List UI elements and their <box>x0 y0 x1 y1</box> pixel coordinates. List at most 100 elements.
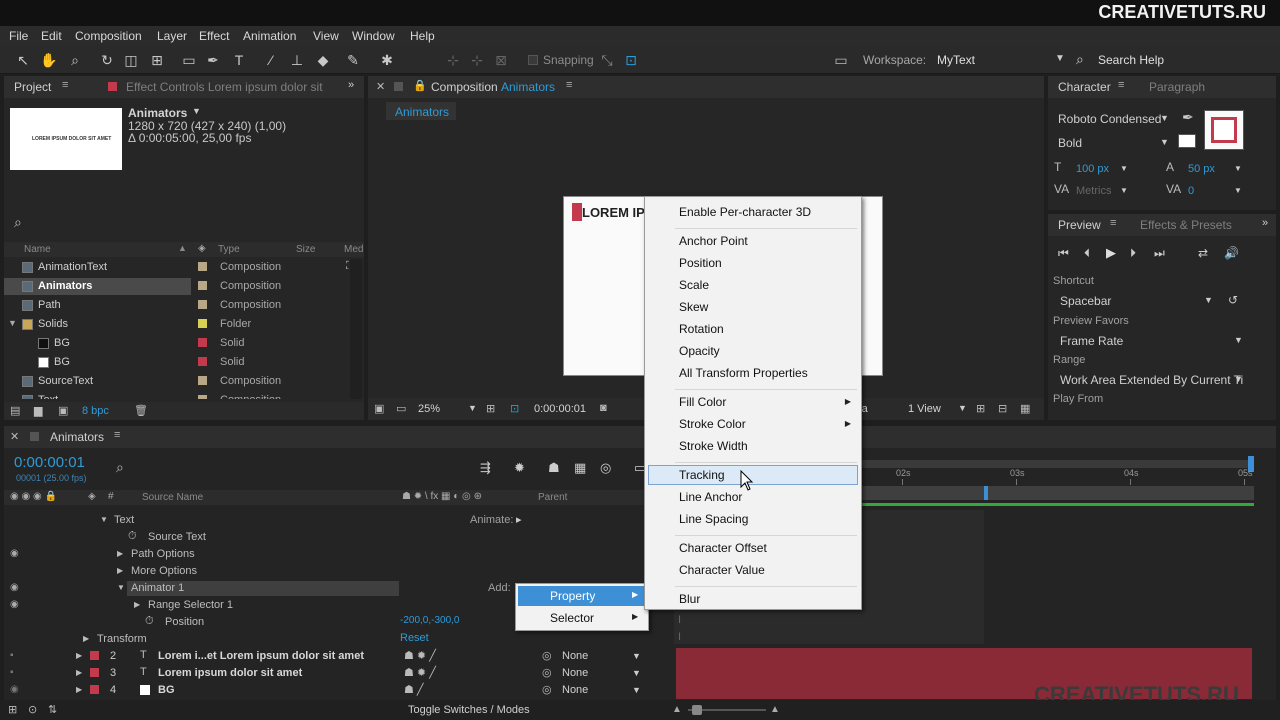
menu-item-character-offset[interactable]: Character Offset <box>679 541 767 555</box>
timeline-search-icon[interactable]: ⌕ <box>116 459 124 476</box>
label-color-swatch[interactable] <box>198 319 207 328</box>
axis-world-icon[interactable]: ⊹ <box>468 51 486 69</box>
property-row[interactable]: ◉ ▶ Path Options <box>4 546 644 563</box>
font-size-value[interactable]: 100 px <box>1076 163 1109 175</box>
zoom-level[interactable]: 25% <box>418 403 440 415</box>
snap-options-icon[interactable]: ⊡ <box>622 51 640 69</box>
menu-item-all-transform-properties[interactable]: All Transform Properties <box>679 366 808 380</box>
label-color-swatch[interactable] <box>90 668 99 677</box>
layer-row[interactable]: ◉ ▶ 4 BG ☗ ╱ ◎ None ▼ <box>4 682 644 699</box>
draft-3d-icon[interactable]: ✹ <box>514 460 525 476</box>
axis-view-icon[interactable]: ⊠ <box>492 51 510 69</box>
puppet-tool-icon[interactable]: ✱ <box>378 51 396 69</box>
cti-marker[interactable] <box>984 486 988 500</box>
comp-mini-flowchart-icon[interactable]: ⇶ <box>480 460 491 476</box>
parent-pickwhip-icon[interactable]: ◎ <box>542 649 552 662</box>
project-item[interactable]: AnimationText Composition ⛶ <box>4 259 350 276</box>
layer-name[interactable]: Lorem ipsum dolor sit amet <box>158 667 302 679</box>
font-style-select[interactable]: Bold <box>1058 136 1082 150</box>
loop-icon[interactable]: ⇄ <box>1198 246 1208 260</box>
expand-triangle-icon[interactable]: ▶ <box>76 651 82 660</box>
expand-triangle-icon[interactable]: ▼ <box>100 515 108 524</box>
folder-toggle-icon[interactable]: ▼ <box>8 318 17 328</box>
tab-paragraph[interactable]: Paragraph <box>1149 80 1205 94</box>
eye-icon[interactable]: ◉ <box>10 684 19 695</box>
menu-file[interactable]: File <box>9 29 28 43</box>
menu-item-character-value[interactable]: Character Value <box>679 563 765 577</box>
comp-timecode[interactable]: 0:00:00:01 <box>534 403 586 415</box>
tracking-value[interactable]: 0 <box>1188 185 1194 197</box>
menu-item-skew[interactable]: Skew <box>679 300 708 314</box>
interpret-footage-icon[interactable]: ▤ <box>10 404 20 417</box>
layer-bar[interactable] <box>676 665 1252 682</box>
next-frame-icon[interactable]: ⏵ <box>1130 246 1136 261</box>
expand-triangle-icon[interactable]: ▶ <box>83 634 89 643</box>
layer-switches-icon[interactable]: ☗ ╱ <box>404 683 424 696</box>
keyframe-icon[interactable]: I <box>678 631 681 643</box>
expand-in-out-icon[interactable]: ⇅ <box>48 703 57 716</box>
comp-dropdown-icon[interactable]: ▼ <box>192 106 201 116</box>
snapshot-icon[interactable]: ◙ <box>600 402 607 414</box>
trash-icon[interactable]: 🗑 <box>134 404 148 417</box>
panel-menu-icon[interactable]: ≡ <box>1110 217 1116 229</box>
project-search-icon[interactable]: ⌕ <box>14 214 22 231</box>
tracking-dropdown-icon[interactable]: ▼ <box>1234 186 1242 195</box>
audio-icon[interactable]: 🔊 <box>1224 246 1239 260</box>
reset-shortcut-icon[interactable]: ↺ <box>1228 293 1238 307</box>
frame-blending-icon[interactable]: ▦ <box>574 460 586 476</box>
snap-icon[interactable]: ⤡ <box>598 51 616 69</box>
workspace-value[interactable]: MyText <box>937 53 975 67</box>
toggle-switches-modes[interactable]: Toggle Switches / Modes <box>408 704 530 716</box>
menu-layer[interactable]: Layer <box>157 29 187 43</box>
panel-overflow-icon[interactable]: » <box>348 79 354 91</box>
position-value[interactable]: -200,0,-300,0 <box>400 615 460 626</box>
view-layout[interactable]: 1 View <box>908 403 941 415</box>
tab-effect-controls[interactable]: Effect Controls Lorem ipsum dolor sit <box>126 80 323 94</box>
menu-help[interactable]: Help <box>410 29 435 43</box>
parent-select[interactable]: None <box>562 650 588 662</box>
col-type[interactable]: Type <box>218 244 240 255</box>
leading-dropdown-icon[interactable]: ▼ <box>1234 164 1242 173</box>
zoom-in-icon[interactable]: ▲ <box>770 704 780 715</box>
col-name[interactable]: Name <box>24 244 51 255</box>
roto-brush-tool-icon[interactable]: ✎ <box>344 51 362 69</box>
eye-icon[interactable]: ◉ <box>10 599 19 610</box>
transparency-grid-icon[interactable]: ⊡ <box>510 402 519 415</box>
menu-item-enable-per-character-3d[interactable]: Enable Per-character 3D <box>679 205 811 219</box>
keyframe-icon[interactable]: I <box>678 614 681 626</box>
favors-dropdown-icon[interactable]: ▼ <box>1234 335 1243 345</box>
expand-triangle-icon[interactable]: ▶ <box>76 668 82 677</box>
panel-menu-icon[interactable]: ≡ <box>1118 79 1124 91</box>
project-item[interactable]: BG Solid <box>4 354 350 371</box>
menu-item-tracking[interactable]: Tracking <box>679 468 725 482</box>
parent-select[interactable]: None <box>562 667 588 679</box>
panel-overflow-icon[interactable]: » <box>1262 217 1268 229</box>
menu-animation[interactable]: Animation <box>243 29 296 43</box>
project-item[interactable]: Animators Composition <box>4 278 350 295</box>
panel-menu-icon[interactable]: ≡ <box>566 79 572 91</box>
tab-composition[interactable]: Composition <box>431 80 498 94</box>
canvas-text[interactable]: LOREM IPS <box>582 205 654 220</box>
menu-item-selector[interactable]: Selector <box>550 611 594 625</box>
tab-composition-name[interactable]: Animators <box>501 80 555 94</box>
rectangle-tool-icon[interactable]: ▭ <box>180 51 198 69</box>
hand-tool-icon[interactable]: ✋ <box>40 51 58 69</box>
parent-dropdown-icon[interactable]: ▼ <box>632 668 641 678</box>
bit-depth[interactable]: 8 bpc <box>82 405 109 417</box>
tab-effects-presets[interactable]: Effects & Presets <box>1140 218 1232 232</box>
project-item[interactable]: Path Composition <box>4 297 350 314</box>
new-comp-icon[interactable]: ▣ <box>58 404 68 417</box>
panel-menu-icon[interactable]: ≡ <box>114 429 120 441</box>
range-select[interactable]: Work Area Extended By Current Ti <box>1060 373 1243 387</box>
av-switch-icon[interactable]: ▪ <box>10 667 14 678</box>
always-preview-icon[interactable]: ▣ <box>374 402 384 415</box>
fill-swatch[interactable] <box>1178 134 1196 148</box>
property-row[interactable]: ▼ Text <box>4 512 644 529</box>
eye-icon[interactable]: ◉ <box>10 548 19 559</box>
sort-icon[interactable]: ▲ <box>178 243 187 253</box>
shy-layers-icon[interactable]: ☗ <box>548 460 560 476</box>
expand-triangle-icon[interactable]: ▶ <box>134 600 140 609</box>
menu-item-stroke-color[interactable]: Stroke Color <box>679 417 746 431</box>
menu-item-blur[interactable]: Blur <box>679 592 700 606</box>
menu-item-scale[interactable]: Scale <box>679 278 709 292</box>
